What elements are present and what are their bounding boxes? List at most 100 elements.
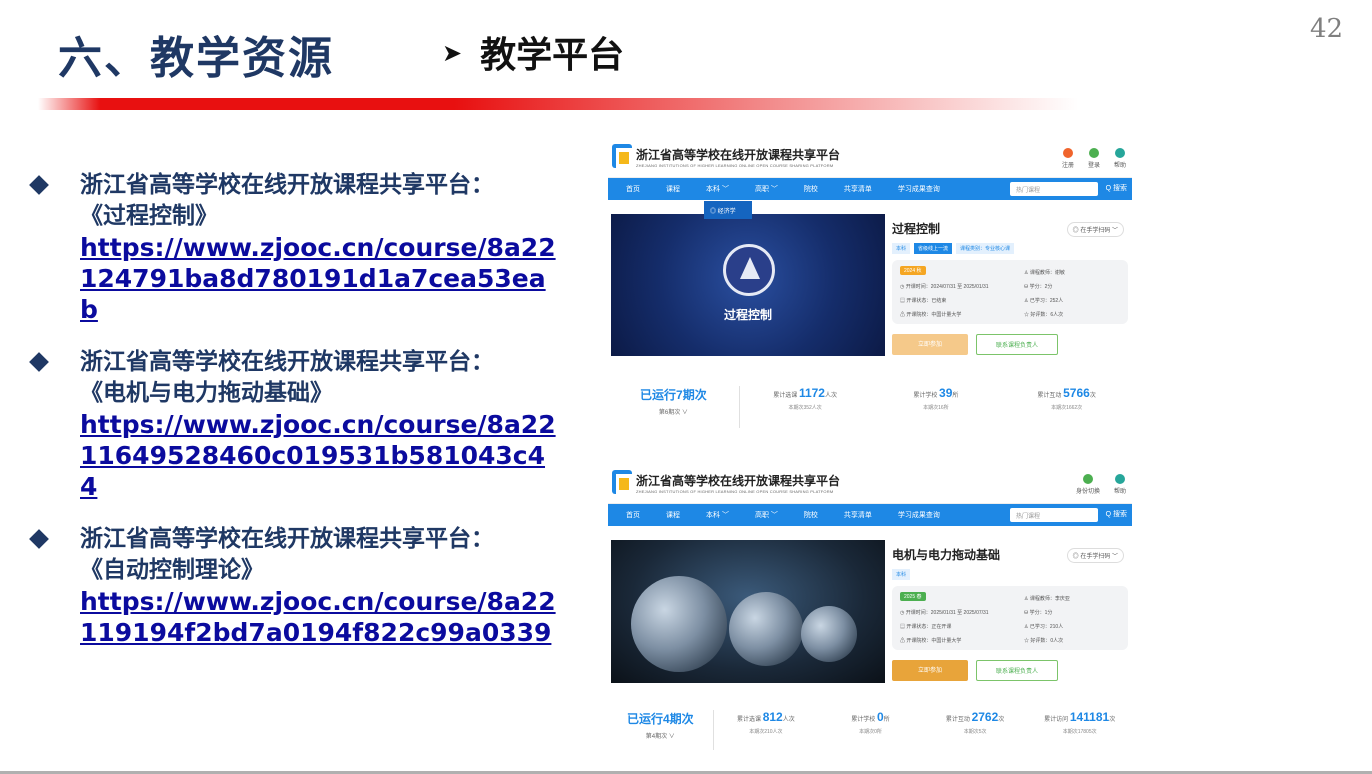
search-button[interactable]: Q 搜索 [1106, 183, 1127, 193]
course-tags: 本科 省级线上一流 课程类别：专业核心课 [892, 243, 1128, 254]
nav-item-schools[interactable]: 院校 [804, 510, 818, 520]
help-icon [1114, 148, 1125, 158]
course-info: 电机与电力拖动基础 ◎ 在手学扫码 ﹀ 本科 2025 春 ◷ 开课时间：202… [892, 540, 1128, 681]
runs-count: 已运行7期次 [640, 388, 707, 402]
nav-item-courses[interactable]: 课程 [666, 184, 680, 194]
banner-text: 过程控制 [723, 308, 772, 322]
action-buttons: 立即参加 联系课程负责人 [892, 334, 1128, 355]
scan-button[interactable]: ◎ 在手学扫码 ﹀ [1066, 222, 1124, 237]
stat-label: 累计选课 [773, 393, 798, 399]
search-input[interactable]: 热门课程 [1010, 508, 1098, 522]
nav-item-undergrad[interactable]: 本科 ﹀ [706, 184, 729, 194]
arrow-bullet-icon: ➤ [442, 39, 463, 67]
tag: 课程类别：专业核心课 [956, 243, 1015, 254]
bullet-platform: 浙江省高等学校在线开放课程共享平台： [80, 526, 494, 552]
details-right: ♙ 课程教师：李庆亚 ⛁ 学分：1分 ♙ 已学习：210人 ☆ 好评数：0人次 [1024, 592, 1070, 648]
nav-item-schools[interactable]: 院校 [804, 184, 818, 194]
course-link[interactable]: https://www.zjooc.cn/course/8a22119194f2… [80, 586, 562, 648]
contact-button[interactable]: 联系课程负责人 [976, 660, 1058, 681]
nav-item-vocational[interactable]: 高职 ﹀ [755, 184, 778, 194]
bullet-list: 浙江省高等学校在线开放课程共享平台： 《过程控制》 https://www.zj… [29, 170, 562, 670]
motor-image-large [631, 576, 727, 672]
stat-interactions: 累计互动 2762次 本期次5次 [923, 710, 1028, 735]
diamond-bullet-icon [29, 175, 49, 195]
header-icons: 注册 登录 帮助 [1062, 148, 1126, 169]
bullet-platform: 浙江省高等学校在线开放课程共享平台： [80, 349, 494, 375]
motor-image-small [801, 606, 857, 662]
help-icon [1114, 474, 1125, 484]
contact-button[interactable]: 联系课程负责人 [976, 334, 1058, 355]
help-button[interactable]: 帮助 [1114, 474, 1126, 495]
nav-item-results[interactable]: 学习成果查询 [898, 510, 940, 520]
stat-sub: 本期次17805次 [1062, 729, 1097, 735]
nav-item-undergrad[interactable]: 本科 ﹀ [706, 510, 729, 520]
runs-stat: 已运行7期次 第6期次 ∨ [608, 386, 740, 428]
stat-interactions: 累计互动 5766次 本期次1662次 [1001, 386, 1132, 411]
runs-selector[interactable]: 第6期次 ∨ [659, 410, 688, 416]
join-button[interactable]: 立即参加 [892, 334, 968, 355]
stat-label: 累计互动 [1037, 393, 1062, 399]
nav-item-vocational[interactable]: 高职 ﹀ [755, 510, 778, 520]
info-line: ⛁ 学分：1分 [1024, 610, 1053, 616]
course-link[interactable]: https://www.zjooc.cn/course/8a22124791ba… [80, 232, 562, 325]
nav-dropdown-item[interactable]: ◎ 经济学 [704, 201, 752, 219]
switch-identity-button[interactable]: 身份切换 [1076, 474, 1100, 495]
stat-label: 累计选课 [737, 717, 762, 723]
nav-item-results[interactable]: 学习成果查询 [898, 184, 940, 194]
course-banner: 过程控制 [611, 214, 885, 356]
slide-title: 六、教学资源 [58, 33, 334, 84]
register-icon [1062, 148, 1073, 158]
diamond-bullet-icon [29, 529, 49, 549]
nav-item-home[interactable]: 首页 [626, 184, 640, 194]
login-button[interactable]: 登录 [1088, 148, 1100, 169]
stat-value: 1172 [798, 386, 825, 400]
tag: 省级线上一流 [914, 243, 953, 254]
login-icon [1088, 148, 1099, 158]
stat-unit: 所 [952, 393, 959, 399]
nav-item-courses[interactable]: 课程 [666, 510, 680, 520]
join-button[interactable]: 立即参加 [892, 660, 968, 681]
nav-bar: 首页 课程 本科 ﹀ 高职 ﹀ 院校 共享清单 学习成果查询 热门课程 Q 搜索 [608, 178, 1132, 200]
info-line: ◷ 开课时间：2024/07/31 至 2025/01/31 [900, 284, 989, 290]
bullet-course: 《过程控制》 [80, 203, 218, 229]
bullet-item: 浙江省高等学校在线开放课程共享平台： 《电机与电力拖动基础》 https://w… [29, 347, 562, 502]
runs-selector[interactable]: 第4期次 ∨ [646, 734, 675, 740]
search-button[interactable]: Q 搜索 [1106, 509, 1127, 519]
stat-sub: 本期次1662次 [1051, 405, 1083, 411]
info-line: ☆ 好评数：0人次 [1024, 638, 1064, 644]
details-left: ◷ 开课时间：2025/01/31 至 2025/07/31 ▤ 开课状态：正在… [900, 606, 989, 648]
info-line: ☆ 好评数：6人次 [1024, 312, 1064, 318]
stat-visits: 累计访问 141181次 本期次17805次 [1027, 710, 1132, 735]
platform-logo-icon [612, 144, 632, 168]
action-buttons: 立即参加 联系课程负责人 [892, 660, 1128, 681]
help-button[interactable]: 帮助 [1114, 148, 1126, 169]
info-line: ◷ 开课时间：2025/01/31 至 2025/07/31 [900, 610, 989, 616]
nav-item-share-list[interactable]: 共享清单 [844, 510, 872, 520]
register-button[interactable]: 注册 [1062, 148, 1074, 169]
course-tags: 本科 [892, 569, 1128, 580]
platform-screenshot-motor-drive: 浙江省高等学校在线开放课程共享平台 ZHEJIANG INSTITUTIONS … [608, 460, 1132, 750]
stat-label: 累计访问 [1044, 717, 1069, 723]
course-stats: 已运行4期次 第4期次 ∨ 累计选课 812人次 本期次210人次 累计学校 0所… [608, 710, 1132, 750]
stat-unit: 所 [883, 717, 890, 723]
user-switch-icon [1082, 474, 1093, 484]
course-link[interactable]: https://www.zjooc.cn/course/8a2211649528… [80, 409, 562, 502]
stat-label: 累计学校 [913, 393, 938, 399]
stat-sub: 本期次210人次 [749, 729, 783, 735]
header-icons: 身份切换 帮助 [1076, 474, 1126, 495]
nav-item-share-list[interactable]: 共享清单 [844, 184, 872, 194]
stat-value: 5766 [1063, 386, 1090, 400]
site-name: 浙江省高等学校在线开放课程共享平台 [636, 148, 841, 162]
page-number: 42 [1310, 14, 1344, 44]
scan-button[interactable]: ◎ 在手学扫码 ﹀ [1066, 548, 1124, 563]
runs-count: 已运行4期次 [626, 712, 694, 726]
search-input[interactable]: 热门课程 [1010, 182, 1098, 196]
info-line: ⚠ 开课院校：中国计量大学 [900, 312, 962, 318]
nav-bar: 首页 课程 本科 ﹀ 高职 ﹀ 院校 共享清单 学习成果查询 热门课程 Q 搜索 [608, 504, 1132, 526]
nav-item-home[interactable]: 首页 [626, 510, 640, 520]
info-line: ♙ 课程教师：李庆亚 [1024, 596, 1070, 602]
bullet-course: 《自动控制理论》 [80, 557, 264, 583]
bullet-course: 《电机与电力拖动基础》 [80, 380, 333, 406]
term-badge: 2025 春 [900, 592, 926, 601]
site-header: 浙江省高等学校在线开放课程共享平台 ZHEJIANG INSTITUTIONS … [608, 134, 1132, 178]
